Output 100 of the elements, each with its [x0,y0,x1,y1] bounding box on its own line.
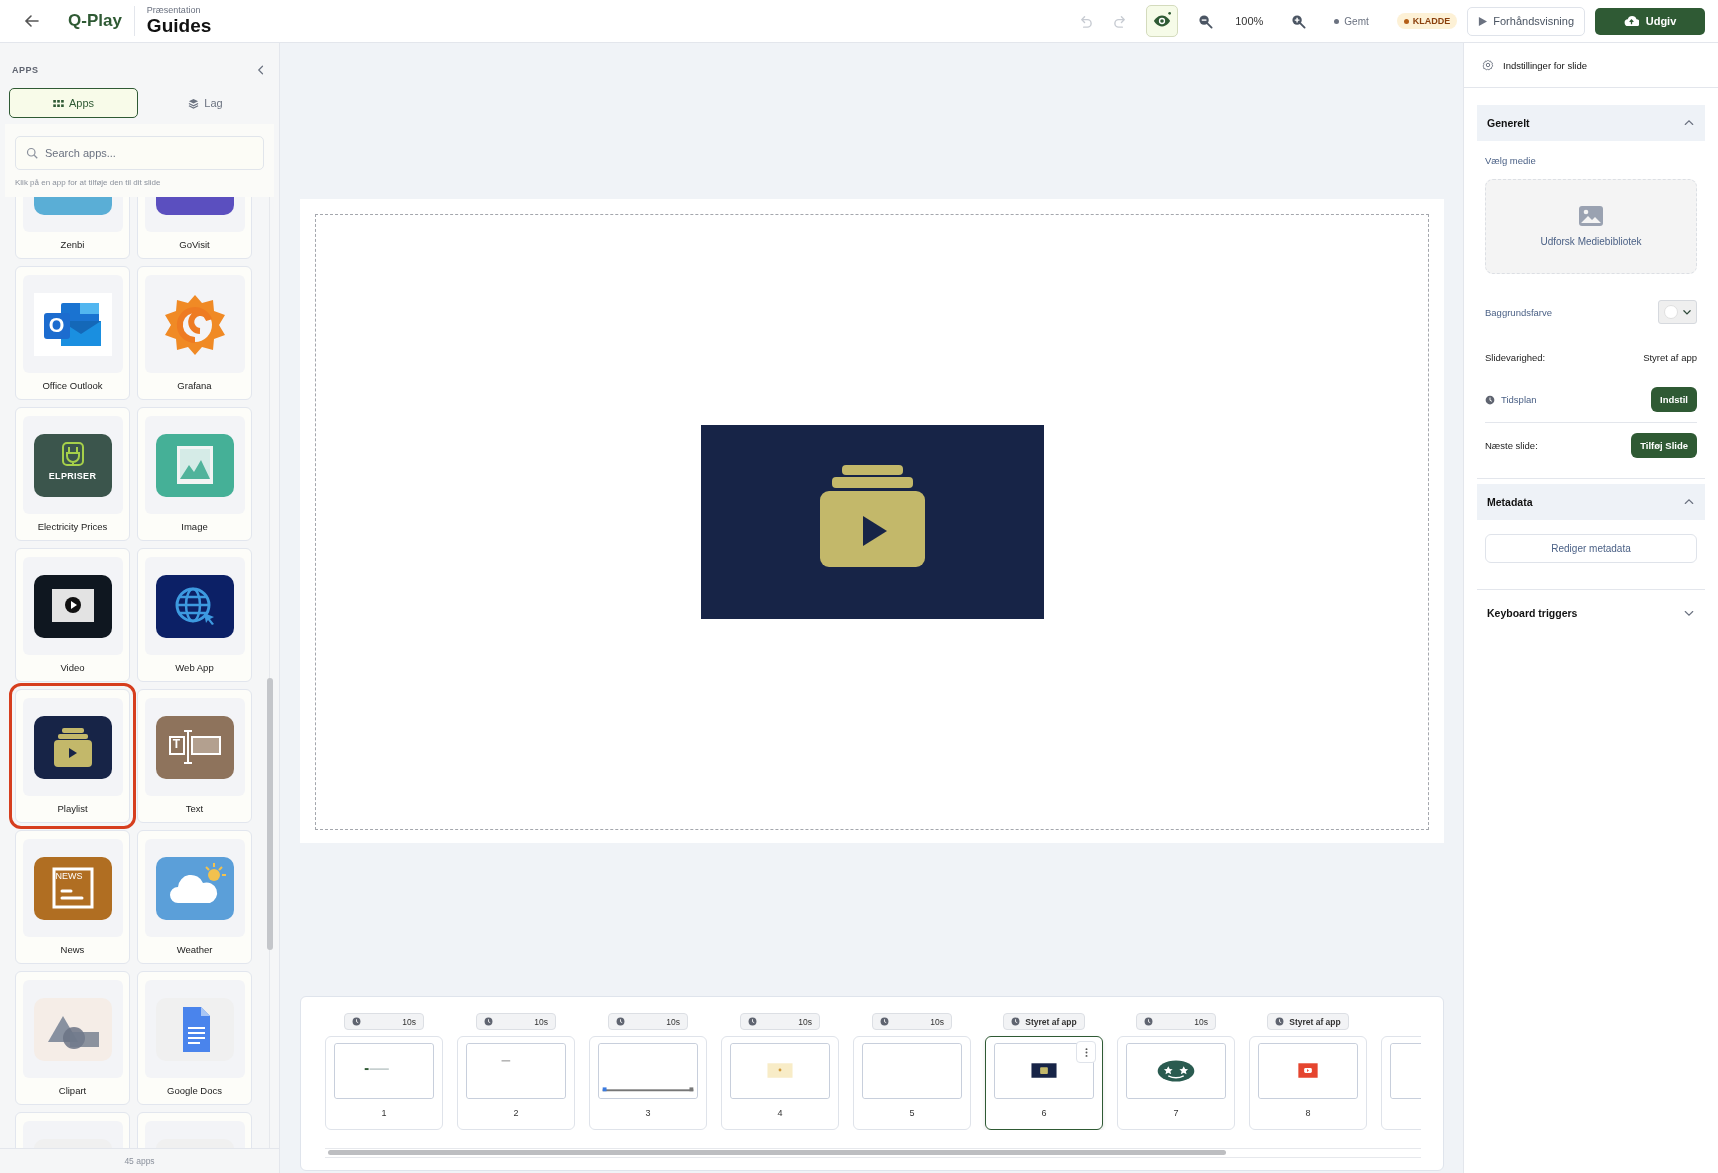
image-icon [155,433,234,497]
scrollbar-thumb[interactable] [328,1150,1226,1155]
slide-number: 8 [1305,1108,1311,1118]
app-card[interactable]: O Office Outlook [15,266,130,400]
grid-icon [52,99,64,107]
color-swatch [1663,305,1678,319]
panel-tab[interactable]: Apps [9,88,138,118]
clock-icon [352,1017,361,1026]
zoom-out-icon [1198,13,1214,29]
slide-number: 3 [645,1108,651,1118]
kebab-icon [1084,1046,1088,1058]
app-name: Zenbi [60,239,85,250]
panel-title: Indstillinger for slide [1503,59,1587,71]
cloud-upload-icon [1623,15,1639,27]
scrollbar-thumb[interactable] [267,678,273,950]
zoom-level: 100% [1235,15,1264,27]
search-icon [26,147,38,159]
logo-text: ELPRISER [47,471,98,481]
logo-text: NEWS [55,871,83,881]
duration-badge: 10s [476,1013,556,1030]
newspaper-icon [33,856,112,920]
logo: Q-Play [68,11,122,31]
clock-icon [1275,1017,1285,1026]
slide-thumbnail-card[interactable]: 5 [853,1036,971,1130]
slide-thumbnail-card[interactable]: 3 [589,1036,707,1130]
slide-thumbnail-card[interactable]: 7 [1117,1036,1235,1130]
app-name: Grafana [177,380,212,391]
slide-number: 1 [381,1108,387,1118]
field-label: Vælg medie [1485,155,1537,166]
section-header[interactable]: Metadata [1477,484,1705,520]
app-name: Text [185,803,204,814]
cloud-sun-icon [155,856,234,920]
app-card[interactable]: Image [137,407,252,541]
slide-thumbnail-card[interactable]: 6 [985,1036,1103,1130]
duration-badge: 10s [1136,1013,1216,1030]
app-card[interactable]: NEWS News [15,830,130,964]
search-field[interactable]: Search apps... [15,136,264,170]
logo-text: T [171,737,182,750]
app-name: Web App [175,662,214,673]
slide-thumbnail-card[interactable]: 4 [721,1036,839,1130]
logo-text: O [47,314,66,335]
app-name: Office Outlook [42,380,103,391]
zoom-out-button[interactable] [1198,13,1214,29]
presentation-title: Guides [146,15,212,37]
app-card[interactable]: Web App [137,548,252,682]
app-card[interactable]: GoVisit [137,197,252,259]
clock-icon [1144,1017,1153,1026]
status-badge: KLADDE [1396,13,1458,29]
field-label: Baggrundsfarve [1485,306,1553,318]
duration-badge: 10s [872,1013,952,1030]
app-name: Playlist [57,803,88,814]
publish-button[interactable]: Udgiv [1595,7,1705,35]
app-card[interactable]: Grafana [137,266,252,400]
app-name: Google Docs [167,1085,222,1096]
app-card[interactable]: ELPRISER Electricity Prices [15,407,130,541]
slide-thumbnail-card[interactable]: 8 [1249,1036,1367,1130]
slide-number: 5 [909,1108,915,1118]
presentation-label: Præsentation [146,5,202,15]
slide-number: 4 [777,1108,783,1118]
section-header[interactable]: Generelt [1477,105,1705,141]
plug-icon [33,433,112,497]
app-name: Weather [176,944,213,955]
clock-icon [484,1017,493,1026]
video-player-icon [33,574,112,638]
color-picker[interactable] [1658,300,1697,324]
media-stack-icon [33,715,112,779]
app-card[interactable]: Zenbi [15,197,130,259]
document-icon [155,997,234,1061]
undo-icon [1078,13,1094,29]
slide-number: 6 [1041,1108,1047,1118]
clock-icon [1485,394,1495,405]
more-button[interactable] [1076,1041,1096,1063]
slide-thumbnail-card[interactable]: 2 [457,1036,575,1130]
app-name: Video [60,662,85,673]
media-library-dropzone[interactable]: Udforsk Mediebibliotek [1485,179,1697,274]
field-label: Tidsplan [1501,394,1537,405]
zoom-in-button[interactable] [1291,13,1307,29]
app-card[interactable]: Google Docs [137,971,252,1105]
app-card[interactable]: Video [15,548,130,682]
app-card[interactable]: T Text [137,689,252,823]
slide-number: 7 [1173,1108,1179,1118]
field-value: Styret af app [1643,352,1697,363]
panel-tab[interactable]: Lag [141,88,270,118]
edit-metadata-button[interactable]: Rediger metadata [1485,534,1697,563]
app-card[interactable]: Weather [137,830,252,964]
back-arrow-icon[interactable] [24,13,40,29]
set-schedule-button[interactable]: Indstil [1651,387,1697,412]
app-name: GoVisit [179,239,210,250]
clock-icon [748,1017,757,1026]
add-slide-button[interactable]: Tilføj Slide [1631,433,1697,458]
slide-thumbnail-card[interactable]: 1 [325,1036,443,1130]
app-card[interactable]: Clipart [15,971,130,1105]
app-count: 45 apps [0,1148,279,1173]
preview-toggle[interactable] [1146,5,1179,37]
globe-icon [155,574,234,638]
app-name: Image [181,521,208,532]
duration-badge: 10s [344,1013,424,1030]
panel-heading: APPS [12,65,39,75]
play-icon [1478,16,1488,26]
preview-button[interactable]: Forhåndsvisning [1467,6,1585,36]
